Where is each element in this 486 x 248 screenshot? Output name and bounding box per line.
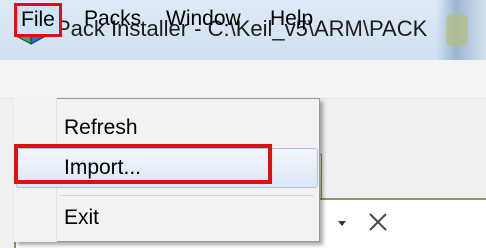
menu-bar: [0, 60, 486, 99]
chevron-down-icon[interactable]: [338, 221, 346, 226]
menu-separator: [60, 195, 314, 196]
menu-item-exit[interactable]: Exit: [64, 206, 99, 230]
title-bar-glow: [446, 14, 468, 46]
menu-packs[interactable]: Packs: [80, 6, 145, 32]
close-icon[interactable]: [366, 210, 390, 234]
menu-file[interactable]: File: [14, 3, 62, 37]
menu-item-refresh[interactable]: Refresh: [64, 116, 138, 140]
menu-window[interactable]: Window: [162, 6, 245, 32]
menu-help[interactable]: Help: [266, 6, 317, 32]
import-callout-box: [14, 144, 272, 184]
